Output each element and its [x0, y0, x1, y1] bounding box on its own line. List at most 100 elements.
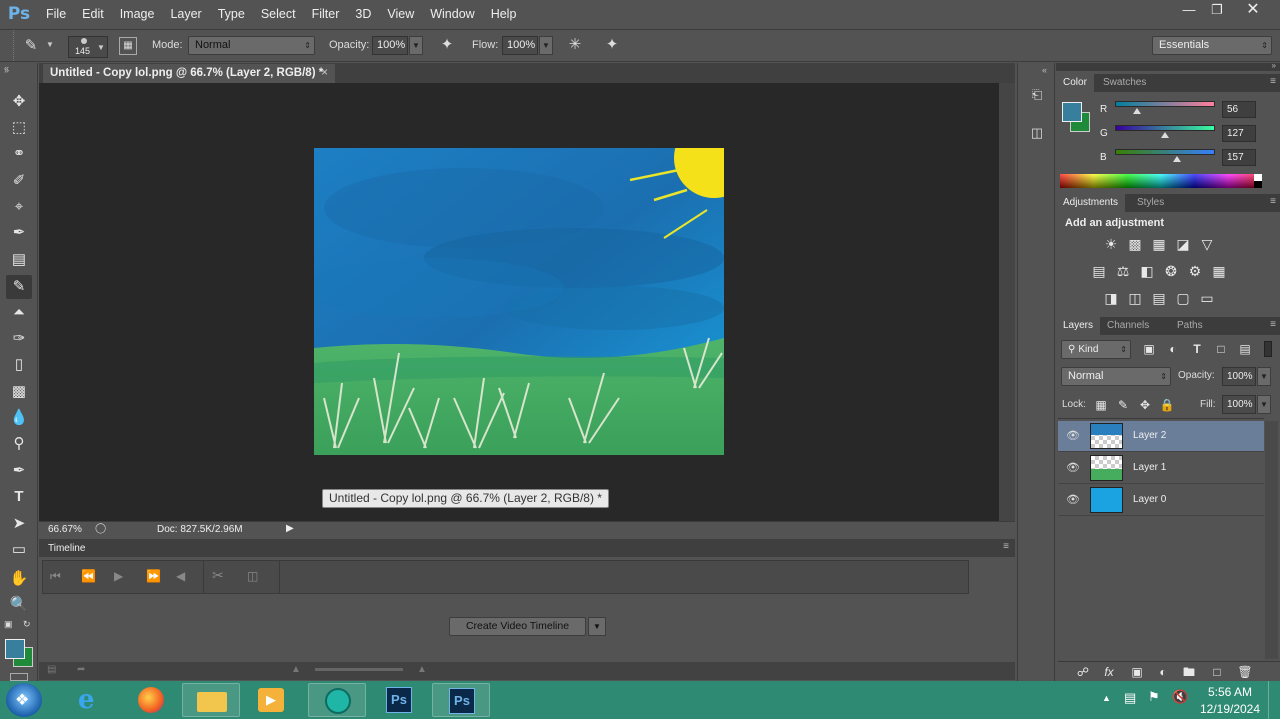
flow-dropdown-arrow[interactable]: ▼: [539, 36, 553, 55]
file-explorer-icon[interactable]: [182, 683, 240, 717]
visibility-eye-icon[interactable]: 👁: [1066, 429, 1080, 443]
menu-view[interactable]: View: [379, 7, 422, 21]
menu-filter[interactable]: Filter: [304, 7, 348, 21]
layer-opacity-input[interactable]: 100%: [1222, 367, 1256, 386]
foreground-color-swatch[interactable]: [1062, 102, 1082, 122]
opacity-input[interactable]: 100%: [372, 36, 408, 55]
new-group-icon[interactable]: 🖿: [1180, 663, 1198, 681]
green-slider-track[interactable]: [1115, 125, 1215, 131]
layer-opacity-dropdown-arrow[interactable]: ▼: [1257, 367, 1271, 386]
start-button[interactable]: ❖: [6, 683, 42, 717]
default-colors-icon[interactable]: ▣: [4, 619, 13, 630]
menu-layer[interactable]: Layer: [162, 7, 209, 21]
green-value-input[interactable]: 127: [1222, 125, 1256, 142]
vibrance-icon[interactable]: ▽: [1198, 235, 1216, 253]
pressure-size-icon[interactable]: ✦: [601, 35, 623, 53]
workspace-dropdown[interactable]: Essentials ⇕: [1152, 36, 1272, 55]
crop-tool-icon[interactable]: ⌖: [6, 195, 32, 219]
zoom-level[interactable]: 66.67%: [48, 524, 82, 535]
opacity-dropdown-arrow[interactable]: ▼: [409, 36, 423, 55]
brush-panel-toggle-icon[interactable]: ▦: [119, 37, 137, 55]
black-swatch[interactable]: [1254, 181, 1262, 188]
lock-position-icon[interactable]: ✥: [1136, 396, 1154, 414]
quick-selection-tool-icon[interactable]: ✐: [6, 169, 32, 193]
zoom-in-icon[interactable]: ▲: [417, 664, 427, 675]
red-slider-track[interactable]: [1115, 101, 1215, 107]
zoom-tool-icon[interactable]: 🔍: [6, 593, 32, 617]
browser-app-icon[interactable]: [308, 683, 366, 717]
action-center-flag-icon[interactable]: ⚑: [1148, 689, 1160, 705]
add-mask-icon[interactable]: ▣: [1128, 663, 1146, 681]
expand-dock-icon[interactable]: »: [1272, 61, 1276, 70]
tab-paths[interactable]: Paths: [1170, 317, 1210, 335]
airbrush-icon[interactable]: ✳: [564, 35, 586, 53]
layer-row[interactable]: 👁 Layer 0: [1058, 485, 1264, 516]
mode-dropdown[interactable]: Normal ⇕: [188, 36, 315, 55]
menu-image[interactable]: Image: [112, 7, 163, 21]
panel-menu-icon[interactable]: ≡: [1270, 319, 1276, 330]
history-brush-tool-icon[interactable]: ✑: [6, 327, 32, 351]
previous-frame-icon[interactable]: ⏪: [81, 569, 96, 583]
move-tool-icon[interactable]: ✥: [6, 90, 32, 114]
firefox-icon[interactable]: [122, 683, 180, 717]
timeline-title[interactable]: Timeline: [48, 543, 85, 554]
threshold-icon[interactable]: ▤: [1150, 289, 1168, 307]
color-spectrum-ramp[interactable]: [1060, 174, 1262, 188]
brush-tool-icon[interactable]: ✎: [6, 275, 32, 299]
menu-window[interactable]: Window: [422, 7, 482, 21]
zoom-slider[interactable]: [315, 668, 403, 671]
tab-swatches[interactable]: Swatches: [1096, 74, 1153, 92]
convert-icon[interactable]: ➦: [77, 664, 85, 675]
hue-saturation-icon[interactable]: ▤: [1090, 262, 1108, 280]
vertical-scrollbar[interactable]: [999, 83, 1015, 521]
scissors-icon[interactable]: ✂: [212, 567, 224, 584]
layer-name[interactable]: Layer 0: [1133, 494, 1166, 505]
menu-file[interactable]: File: [38, 7, 74, 21]
layer-filter-dropdown[interactable]: ⚲ Kind ⇕: [1061, 340, 1131, 359]
menu-edit[interactable]: Edit: [74, 7, 112, 21]
levels-icon[interactable]: ▩: [1126, 235, 1144, 253]
device-icon[interactable]: ▤: [1124, 690, 1136, 706]
fill-dropdown-arrow[interactable]: ▼: [1257, 395, 1271, 414]
black-white-icon[interactable]: ◧: [1138, 262, 1156, 280]
filter-pixel-icon[interactable]: ▣: [1140, 340, 1158, 358]
status-info-icon[interactable]: ◯: [95, 523, 106, 534]
blue-value-input[interactable]: 157: [1222, 149, 1256, 166]
link-layers-icon[interactable]: ☍: [1074, 663, 1092, 681]
timeline-mode-dropdown[interactable]: ▼: [588, 617, 606, 636]
layer-style-fx-icon[interactable]: fx: [1100, 663, 1118, 681]
delete-layer-icon[interactable]: 🗑: [1236, 663, 1254, 681]
marquee-tool-icon[interactable]: ⬚: [6, 116, 32, 140]
filter-smart-object-icon[interactable]: ▤: [1236, 340, 1254, 358]
tab-channels[interactable]: Channels: [1100, 317, 1156, 335]
tab-color[interactable]: Color: [1056, 74, 1094, 92]
layer-row[interactable]: 👁 Layer 1: [1058, 453, 1264, 484]
healing-brush-tool-icon[interactable]: ▤: [6, 248, 32, 272]
visibility-eye-icon[interactable]: 👁: [1066, 461, 1080, 475]
menu-select[interactable]: Select: [253, 7, 304, 21]
create-video-timeline-button[interactable]: Create Video Timeline: [449, 617, 586, 636]
tab-styles[interactable]: Styles: [1130, 194, 1171, 212]
frame-animation-icon[interactable]: ▤: [47, 664, 56, 675]
eyedropper-tool-icon[interactable]: ✒: [6, 221, 32, 245]
blur-tool-icon[interactable]: 💧: [6, 406, 32, 430]
posterize-icon[interactable]: ◫: [1126, 289, 1144, 307]
audio-icon[interactable]: ◀: [176, 569, 185, 583]
close-button[interactable]: ✕: [1240, 2, 1266, 20]
internet-explorer-icon[interactable]: e: [62, 683, 120, 717]
eraser-tool-icon[interactable]: ▯: [6, 353, 32, 377]
filter-adjustment-icon[interactable]: ◐: [1164, 340, 1182, 358]
exposure-icon[interactable]: ◪: [1174, 235, 1192, 253]
layers-scrollbar[interactable]: [1265, 421, 1278, 659]
blue-slider-thumb[interactable]: [1172, 156, 1181, 162]
filter-type-icon[interactable]: T: [1188, 340, 1206, 358]
gradient-map-icon[interactable]: ▭: [1198, 289, 1216, 307]
transition-icon[interactable]: ◫: [247, 569, 258, 583]
chevron-down-icon[interactable]: ▼: [46, 40, 54, 49]
gradient-tool-icon[interactable]: ▩: [6, 380, 32, 404]
lock-image-icon[interactable]: ✎: [1114, 396, 1132, 414]
selective-color-icon[interactable]: ▢: [1174, 289, 1192, 307]
type-tool-icon[interactable]: T: [6, 485, 32, 509]
photo-filter-icon[interactable]: ❂: [1162, 262, 1180, 280]
maximize-button[interactable]: ❐: [1204, 2, 1230, 20]
